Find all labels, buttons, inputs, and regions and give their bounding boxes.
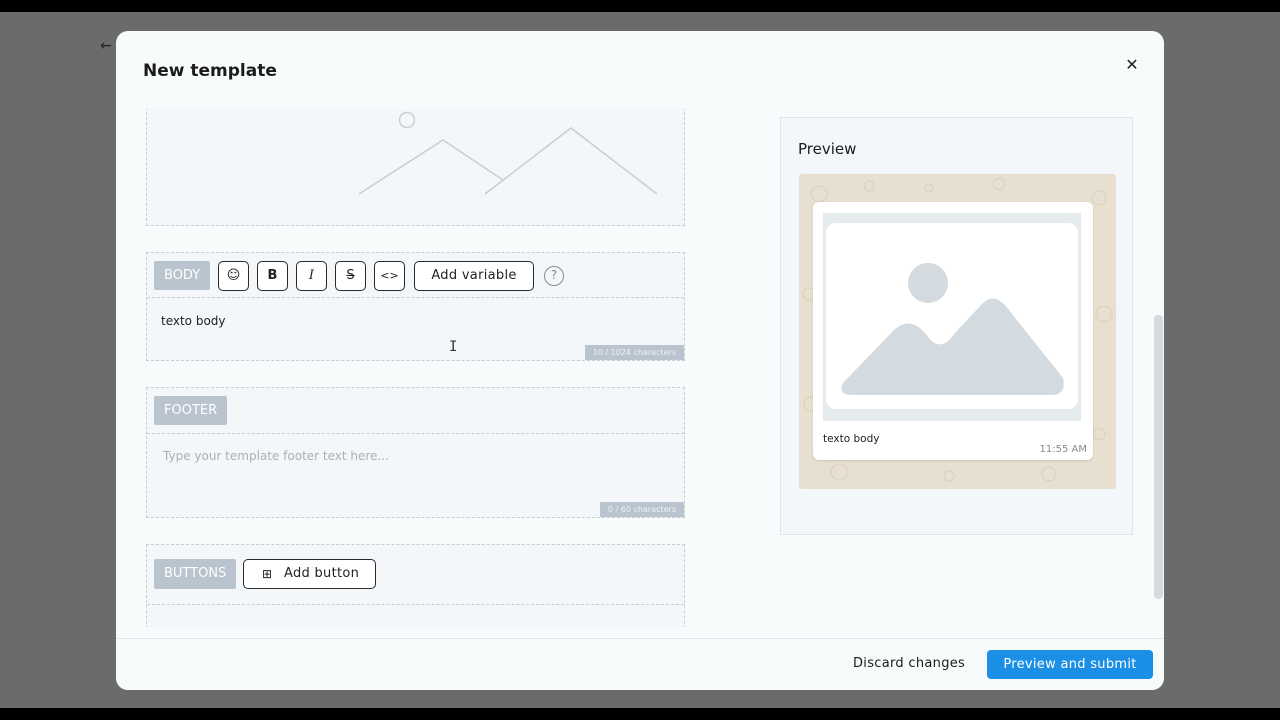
- bold-button[interactable]: B: [257, 261, 288, 291]
- body-text-input[interactable]: texto body: [161, 314, 226, 328]
- emoji-button[interactable]: ☺: [218, 261, 249, 291]
- text-cursor-icon: I: [449, 339, 458, 355]
- buttons-tag: BUTTONS: [154, 559, 237, 589]
- message-media: [823, 213, 1081, 421]
- plus-square-icon: ⊞: [262, 567, 273, 581]
- header-media-dropzone[interactable]: [146, 109, 685, 226]
- buttons-section: BUTTONS ⊞ Add button: [146, 544, 685, 627]
- footer-tag: FOOTER: [154, 396, 228, 425]
- message-text: texto body: [823, 433, 880, 445]
- add-button-label: Add button: [284, 566, 360, 581]
- message-bubble: texto body 11:55 AM: [813, 202, 1093, 460]
- preview-title: Preview: [798, 140, 857, 158]
- divider: [147, 297, 684, 298]
- divider: [147, 433, 684, 434]
- divider: [147, 604, 684, 605]
- template-editor: BODY ☺ B I S <> Add variable ? texto bod…: [116, 109, 756, 627]
- body-char-counter: 10 / 1024 characters: [584, 345, 684, 360]
- new-template-modal: New template ✕ BODY ☺ B I S <> Add varia…: [116, 31, 1164, 690]
- body-tag: BODY: [154, 261, 211, 290]
- code-icon: <>: [380, 269, 399, 282]
- bold-icon: B: [267, 268, 278, 283]
- strikethrough-button[interactable]: S: [335, 261, 366, 291]
- strikethrough-icon: S: [346, 268, 355, 283]
- italic-icon: I: [308, 268, 315, 283]
- emoji-icon: ☺: [226, 268, 241, 283]
- body-section: BODY ☺ B I S <> Add variable ? texto bod…: [146, 252, 685, 361]
- modal-title: New template: [143, 61, 277, 81]
- close-icon[interactable]: ✕: [1122, 55, 1142, 75]
- footer-text-input[interactable]: Type your template footer text here...: [163, 449, 389, 463]
- discard-changes-button[interactable]: Discard changes: [853, 656, 965, 671]
- modal-footer: Discard changes Preview and submit: [116, 638, 1164, 690]
- image-placeholder-icon: [358, 111, 658, 195]
- help-icon[interactable]: ?: [544, 266, 564, 286]
- back-arrow-icon[interactable]: ←: [100, 38, 112, 54]
- message-time: 11:55 AM: [1039, 444, 1087, 455]
- footer-char-counter: 0 / 60 characters: [599, 502, 684, 517]
- preview-panel: Preview texto body 11:55 AM: [780, 117, 1133, 535]
- chat-background: texto body 11:55 AM: [799, 174, 1116, 489]
- preview-and-submit-button[interactable]: Preview and submit: [987, 650, 1153, 679]
- footer-section: FOOTER Type your template footer text he…: [146, 387, 685, 518]
- scrollbar[interactable]: [1154, 315, 1163, 599]
- add-variable-button[interactable]: Add variable: [414, 261, 534, 291]
- image-placeholder-icon: [841, 263, 1064, 395]
- italic-button[interactable]: I: [296, 261, 327, 291]
- code-button[interactable]: <>: [374, 261, 405, 291]
- add-button-button[interactable]: ⊞ Add button: [243, 559, 376, 589]
